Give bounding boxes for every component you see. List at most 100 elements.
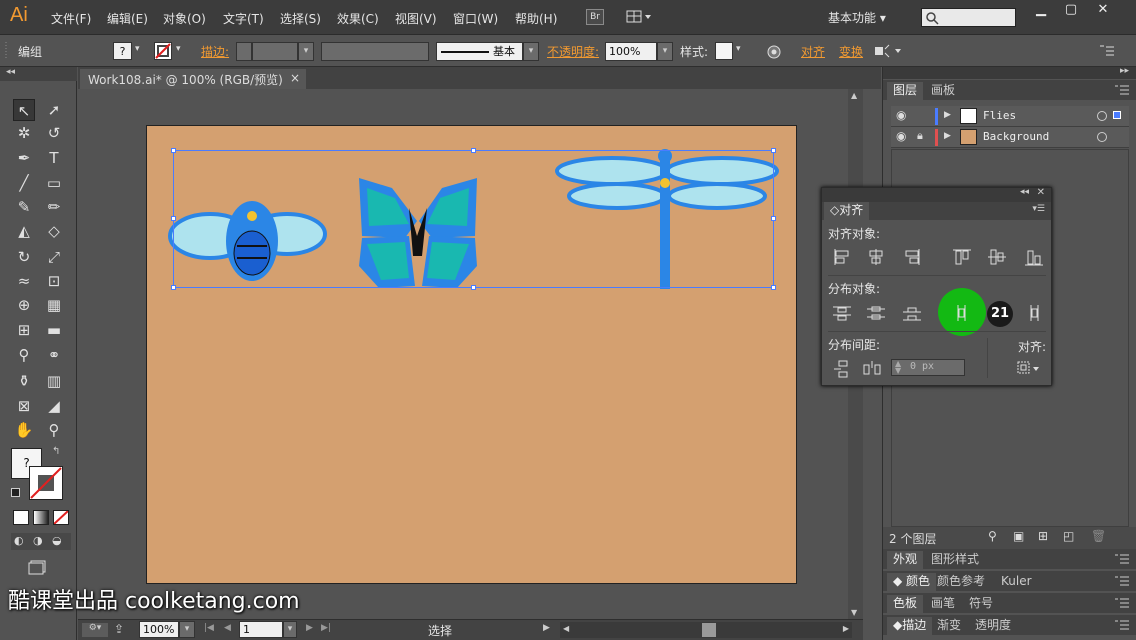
menu-select[interactable]: 选择(S) — [280, 10, 321, 27]
arrange-documents-button[interactable] — [626, 9, 652, 25]
direct-selection-tool[interactable]: ➚ — [43, 99, 65, 121]
hand-tool[interactable]: ✋ — [13, 419, 35, 441]
artboard-dropdown[interactable]: ▾ — [283, 621, 297, 638]
panel-menu-icon[interactable] — [1115, 554, 1129, 564]
spacing-input[interactable]: ▲ ▼ 0 px — [891, 359, 965, 376]
resize-handle[interactable] — [171, 148, 176, 153]
align-top-icon[interactable] — [951, 247, 973, 267]
opacity-link[interactable]: 不透明度: — [547, 43, 599, 60]
tab-gradient[interactable]: 渐变 — [931, 617, 967, 635]
resize-handle[interactable] — [171, 216, 176, 221]
pen-tool[interactable]: ✒ — [13, 147, 35, 169]
collapse-icon[interactable]: ◂◂ — [6, 67, 15, 77]
prev-artboard-icon[interactable]: ◀ — [224, 623, 231, 633]
panel-menu-icon[interactable] — [1115, 576, 1129, 586]
none-mode-icon[interactable] — [53, 510, 69, 525]
isolate-group-icon[interactable] — [873, 43, 903, 59]
align-to-dropdown-icon[interactable] — [1016, 359, 1046, 379]
stroke-weight-dropdown[interactable]: ▾ — [298, 42, 314, 61]
bridge-button[interactable]: Br — [586, 9, 604, 25]
search-input[interactable] — [921, 8, 1016, 27]
stroke-color-box[interactable] — [29, 466, 63, 500]
layer-selected-square[interactable] — [1113, 111, 1121, 119]
distribute-vertical-spacing-icon[interactable] — [831, 359, 853, 379]
visibility-eye-icon[interactable]: ◉ — [896, 108, 906, 122]
stroke-weight-stepper[interactable] — [236, 42, 252, 61]
tab-layers[interactable]: 图层 — [887, 82, 924, 100]
close-tab-icon[interactable]: × — [290, 71, 300, 85]
zoom-tool[interactable]: ⚲ — [43, 419, 65, 441]
resize-handle[interactable] — [771, 148, 776, 153]
screen-mode-icon[interactable] — [26, 558, 50, 576]
workspace-switcher[interactable]: 基本功能 ▾ — [828, 9, 886, 26]
align-panel-titlebar[interactable]: ◂◂ ✕ — [822, 187, 1051, 202]
rectangle-tool[interactable]: ▭ — [43, 172, 65, 194]
scroll-thumb[interactable] — [702, 623, 716, 637]
graphic-style-swatch[interactable] — [715, 42, 733, 60]
variable-width-profile[interactable] — [321, 42, 429, 61]
status-menu-icon[interactable]: ⚙▾ — [82, 623, 108, 637]
scroll-up-icon[interactable]: ▲ — [851, 91, 857, 100]
lock-icon[interactable]: 🔒︎ — [917, 129, 923, 143]
opacity-field[interactable]: 100% — [605, 42, 657, 61]
new-layer-icon[interactable]: ◰ — [1063, 529, 1074, 543]
panel-menu-icon[interactable]: ▾☰ — [1032, 204, 1045, 214]
eraser-tool[interactable]: ◇ — [43, 220, 65, 242]
blend-tool[interactable]: ⚭ — [43, 344, 65, 366]
draw-behind-icon[interactable]: ◑ — [33, 534, 43, 547]
tab-graphic-styles[interactable]: 图形样式 — [925, 551, 985, 569]
tab-artboards[interactable]: 画板 — [925, 82, 961, 100]
visibility-eye-icon[interactable]: ◉ — [896, 129, 906, 143]
tab-stroke[interactable]: ◆描边 — [887, 617, 933, 635]
scroll-right-icon[interactable]: ▶ — [843, 624, 849, 633]
stroke-dropdown-icon[interactable]: ▾ — [176, 44, 181, 54]
export-icon[interactable]: ⇪ — [114, 622, 124, 636]
swap-colors-icon[interactable]: ↰ — [52, 446, 60, 457]
perspective-grid-tool[interactable]: ▦ — [43, 294, 65, 316]
minimize-button[interactable]: ▁ — [1026, 2, 1056, 20]
menu-effect[interactable]: 效果(C) — [337, 10, 379, 27]
selection-tool[interactable]: ↖ — [13, 99, 35, 121]
delete-layer-icon[interactable]: 🗑︎ — [1091, 529, 1106, 543]
layer-row[interactable]: ◉ 🔒︎ ▶ Background — [891, 127, 1129, 148]
align-right-icon[interactable] — [901, 247, 923, 267]
first-artboard-icon[interactable]: |◀ — [204, 623, 214, 633]
eyedropper-tool[interactable]: ⚲ — [13, 344, 35, 366]
close-window-button[interactable]: ✕ — [1088, 2, 1118, 20]
scroll-left-icon[interactable]: ◀ — [563, 624, 569, 633]
menu-object[interactable]: 对象(O) — [163, 10, 206, 27]
fill-swatch[interactable]: ? — [113, 42, 132, 60]
resize-handle[interactable] — [771, 285, 776, 290]
layer-name[interactable]: Background — [983, 130, 1049, 143]
scale-tool[interactable]: ⤢ — [43, 246, 65, 268]
column-graph-tool[interactable]: ▥ — [43, 370, 65, 392]
rotate-tool[interactable]: ↻ — [13, 246, 35, 268]
style-dropdown-icon[interactable]: ▾ — [736, 44, 741, 54]
panel-menu-icon[interactable] — [1115, 598, 1129, 608]
zoom-field[interactable]: 100% — [139, 621, 179, 638]
distribute-left-icon[interactable] — [952, 303, 974, 323]
artboard-number-field[interactable]: 1 — [239, 621, 283, 638]
blob-brush-tool[interactable]: ◭ — [13, 220, 35, 242]
panel-collapse-icon[interactable]: ◂◂ — [1020, 187, 1029, 197]
opacity-dropdown[interactable]: ▾ — [657, 42, 673, 61]
maximize-button[interactable]: ▢ — [1056, 2, 1086, 20]
mesh-tool[interactable]: ⊞ — [13, 319, 35, 341]
resize-handle[interactable] — [771, 216, 776, 221]
align-vertical-center-icon[interactable] — [986, 247, 1008, 267]
layer-target-icon[interactable] — [1097, 132, 1107, 142]
panel-menu-icon[interactable] — [1115, 85, 1129, 95]
draw-inside-icon[interactable]: ◒ — [52, 534, 62, 547]
transform-link[interactable]: 变换 — [839, 43, 863, 60]
type-tool[interactable]: T — [43, 147, 65, 169]
menu-window[interactable]: 窗口(W) — [453, 10, 498, 27]
stroke-swatch[interactable] — [154, 42, 172, 60]
line-tool[interactable]: ╱ — [13, 172, 35, 194]
tab-align[interactable]: ◇对齐 — [824, 202, 870, 220]
color-mode-icon[interactable] — [13, 510, 29, 525]
tab-color[interactable]: ◆ 颜色 — [887, 573, 937, 591]
panel-menu-icon[interactable] — [1115, 620, 1129, 630]
distribute-horizontal-spacing-icon[interactable] — [861, 359, 883, 379]
spacing-stepper-icon[interactable]: ▲ ▼ — [895, 360, 901, 375]
resize-handle[interactable] — [471, 285, 476, 290]
